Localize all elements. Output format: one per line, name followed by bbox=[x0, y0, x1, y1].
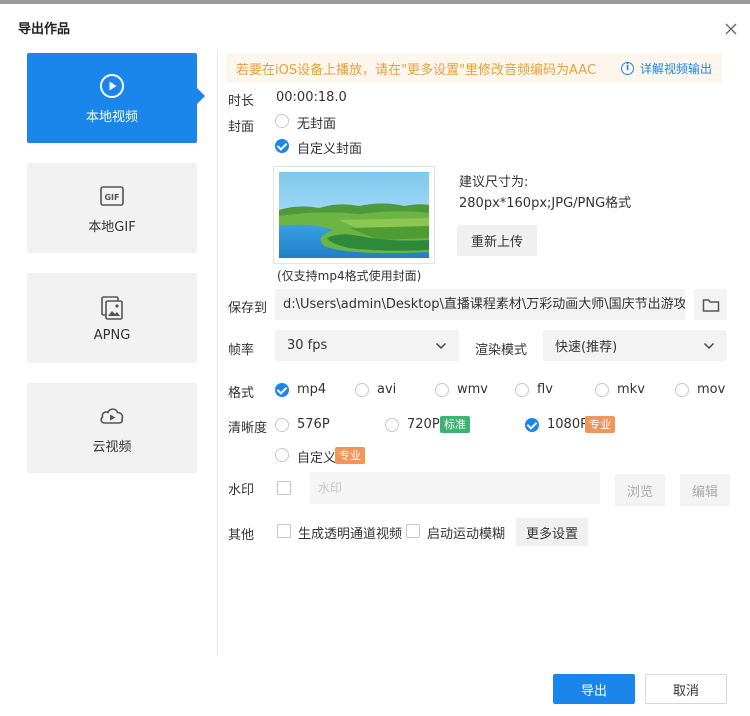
pro-badge: 专业 bbox=[585, 416, 615, 433]
sidebar-item-local-video[interactable]: 本地视频 bbox=[27, 53, 197, 143]
transparent-channel-checkbox[interactable] bbox=[277, 524, 291, 538]
format-radio-wmv[interactable] bbox=[435, 383, 449, 397]
sidebar-item-label: 本地视频 bbox=[85, 109, 138, 125]
watermark-checkbox[interactable] bbox=[277, 481, 291, 495]
format-option-label: mkv bbox=[617, 382, 645, 397]
chevron-down-icon bbox=[703, 342, 715, 349]
notice-text: 若要在iOS设备上播放，请在"更多设置"里修改音频编码为AAC bbox=[236, 62, 597, 78]
motion-blur-label: 启动运动模糊 bbox=[427, 527, 506, 542]
format-radio-flv[interactable] bbox=[515, 383, 529, 397]
image-stack-icon bbox=[98, 294, 126, 322]
sidebar-item-label: APNG bbox=[93, 327, 131, 343]
watermark-label: 水印 bbox=[228, 483, 255, 498]
cover-note: (仅支持mp4格式使用封面) bbox=[277, 269, 422, 283]
duration-value: 00:00:18.0 bbox=[276, 90, 347, 105]
format-radio-avi[interactable] bbox=[355, 383, 369, 397]
cover-landscape-image bbox=[279, 172, 429, 258]
help-link[interactable]: i 详解视频输出 bbox=[620, 60, 712, 77]
watermark-input[interactable]: 水印 bbox=[310, 472, 600, 504]
browse-folder-button[interactable] bbox=[694, 289, 727, 320]
gif-icon: GIF bbox=[98, 182, 126, 210]
more-settings-button[interactable]: 更多设置 bbox=[516, 518, 588, 546]
cover-preview[interactable] bbox=[273, 166, 435, 264]
watermark-browse-button[interactable]: 浏览 bbox=[615, 474, 665, 506]
resolution-radio-custom[interactable] bbox=[275, 448, 289, 462]
sidebar-item-local-gif[interactable]: GIF 本地GIF bbox=[27, 163, 197, 253]
format-radio-mkv[interactable] bbox=[595, 383, 609, 397]
save-path-input[interactable]: d:\Users\admin\Desktop\直播课程素材\万彩动画大师\国庆节… bbox=[275, 289, 685, 320]
standard-badge: 标准 bbox=[440, 416, 470, 433]
sidebar-item-label: 云视频 bbox=[92, 439, 132, 455]
play-circle-icon bbox=[98, 72, 126, 100]
resolution-option-label: 576P bbox=[297, 417, 330, 432]
format-radio-mp4[interactable] bbox=[275, 383, 289, 397]
window-top-border bbox=[0, 0, 750, 4]
format-option-label: flv bbox=[537, 382, 553, 397]
info-icon: i bbox=[620, 61, 634, 75]
resolution-radio-720p[interactable] bbox=[385, 418, 399, 432]
duration-label: 时长 bbox=[228, 94, 255, 109]
ios-notice-bar: 若要在iOS设备上播放，请在"更多设置"里修改音频编码为AAC i 详解视频输出 bbox=[226, 53, 722, 83]
cloud-play-icon bbox=[98, 402, 126, 430]
help-link-label: 详解视频输出 bbox=[639, 61, 712, 76]
export-button[interactable]: 导出 bbox=[553, 674, 635, 704]
no-cover-radio[interactable] bbox=[275, 114, 289, 128]
dialog-title: 导出作品 bbox=[18, 22, 71, 37]
format-label: 格式 bbox=[228, 386, 255, 401]
divider bbox=[217, 50, 218, 655]
save-to-label: 保存到 bbox=[228, 301, 268, 316]
format-radio-mov[interactable] bbox=[675, 383, 689, 397]
chevron-down-icon bbox=[435, 342, 447, 349]
format-option-label: mov bbox=[697, 382, 726, 397]
cancel-button[interactable]: 取消 bbox=[645, 674, 727, 704]
cover-size-hint-title: 建议尺寸为: bbox=[459, 175, 529, 190]
custom-cover-radio[interactable] bbox=[275, 139, 289, 153]
framerate-select[interactable]: 30 fps bbox=[275, 330, 459, 361]
motion-blur-checkbox[interactable] bbox=[406, 524, 420, 538]
cover-size-hint-detail: 280px*160px;JPG/PNG格式 bbox=[459, 196, 632, 211]
render-mode-value: 快速(推荐) bbox=[555, 340, 618, 355]
resolution-option-label: 1080P bbox=[547, 417, 588, 432]
framerate-label: 帧率 bbox=[228, 343, 255, 358]
sidebar-item-apng[interactable]: APNG bbox=[27, 273, 197, 363]
render-mode-label: 渲染模式 bbox=[475, 343, 528, 358]
pro-badge: 专业 bbox=[335, 447, 365, 464]
sidebar-item-cloud-video[interactable]: 云视频 bbox=[27, 383, 197, 473]
render-mode-select[interactable]: 快速(推荐) bbox=[543, 330, 727, 361]
close-icon[interactable] bbox=[722, 20, 740, 38]
svg-text:GIF: GIF bbox=[104, 193, 119, 202]
framerate-value: 30 fps bbox=[287, 338, 328, 353]
resolution-option-label: 自定义 bbox=[297, 451, 337, 466]
format-option-label: avi bbox=[377, 382, 397, 397]
resolution-label: 清晰度 bbox=[228, 421, 268, 436]
resolution-radio-1080p[interactable] bbox=[525, 418, 539, 432]
format-option-label: mp4 bbox=[297, 382, 327, 397]
reupload-button[interactable]: 重新上传 bbox=[457, 225, 537, 256]
format-option-label: wmv bbox=[457, 382, 488, 397]
resolution-option-label: 720P bbox=[407, 417, 440, 432]
resolution-radio-576p[interactable] bbox=[275, 418, 289, 432]
transparent-channel-label: 生成透明通道视频 bbox=[298, 527, 403, 542]
watermark-edit-button[interactable]: 编辑 bbox=[680, 474, 730, 506]
other-label: 其他 bbox=[228, 528, 255, 543]
cover-label: 封面 bbox=[228, 120, 255, 135]
active-indicator bbox=[197, 88, 205, 104]
folder-icon bbox=[702, 298, 719, 312]
no-cover-label: 无封面 bbox=[297, 117, 337, 132]
sidebar-item-label: 本地GIF bbox=[88, 219, 136, 235]
custom-cover-label: 自定义封面 bbox=[297, 142, 363, 157]
